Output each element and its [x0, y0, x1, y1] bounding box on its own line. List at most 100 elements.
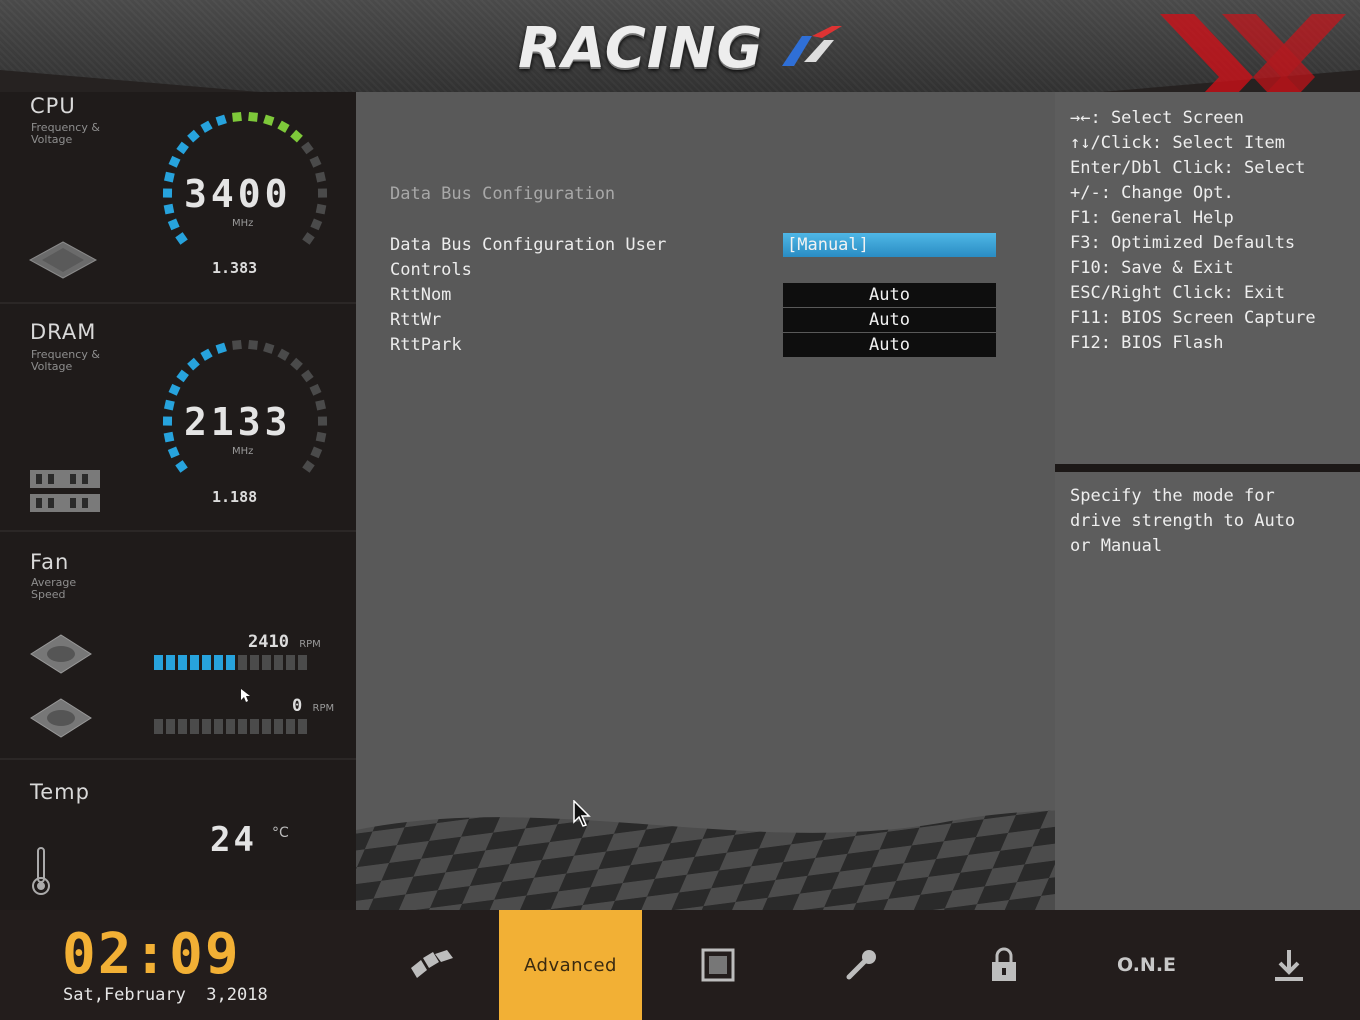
fan-bar-segment [274, 655, 283, 670]
gauge-tick [315, 203, 327, 215]
cpu-frequency-value: 3400 [184, 172, 292, 216]
cpu-title: CPU [30, 94, 76, 118]
gauge-tick [215, 114, 227, 126]
mouse-cursor-icon [573, 800, 591, 827]
gauge-tick [310, 446, 323, 459]
nav-tool[interactable] [646, 910, 789, 1020]
gauge-tick [302, 232, 315, 245]
main-panel [356, 92, 1055, 910]
fan-bar-segment [226, 655, 235, 670]
gauge-tick [175, 232, 188, 245]
help-key-line: ESC/Right Click: Exit [1070, 283, 1285, 303]
gauge-tick [176, 141, 189, 155]
fan2-icon [30, 698, 92, 738]
racing-flag-icon [410, 950, 453, 978]
gauge-tick [187, 357, 200, 371]
fan-bar-segment [202, 655, 211, 670]
help-key-line: Enter/Dbl Click: Select [1070, 158, 1306, 178]
temp-unit: °C [272, 825, 289, 841]
fan-bar-segment [262, 719, 271, 734]
fan-bar-segment [286, 655, 295, 670]
fan-bar-segment [166, 655, 175, 670]
gauge-tick [168, 383, 181, 396]
description-line: Specify the mode for [1070, 486, 1275, 506]
data-bus-config-user-label[interactable]: Data Bus Configuration User [390, 233, 666, 258]
fan1-rpm-unit: RPM [299, 639, 321, 650]
fan-bar-segment [154, 655, 163, 670]
dram-subtitle: Frequency & Voltage [31, 348, 100, 373]
fan-bar-segment [202, 719, 211, 734]
nav-advanced-label: Advanced [524, 954, 617, 976]
gauge-tick [263, 342, 275, 354]
temp-title: Temp [30, 780, 90, 804]
gauge-tick [163, 431, 175, 443]
help-key-line: F3: Optimized Defaults [1070, 233, 1296, 253]
fan-bar-segment [298, 719, 307, 734]
nav-advanced[interactable]: Advanced [499, 910, 642, 1020]
cpu-chip-icon [28, 241, 98, 279]
fan-bar-segment [298, 655, 307, 670]
gauge-tick [163, 203, 175, 215]
rttpark-label[interactable]: RttPark [390, 333, 462, 358]
fan-panel: Fan Average Speed 2410 RPM 0 RPM [0, 532, 356, 760]
fan-bar-segment [154, 719, 163, 734]
dram-voltage-value: 1.188 [212, 488, 258, 506]
fan-bar-segment [250, 655, 259, 670]
data-bus-config-user-select[interactable]: [Manual] [783, 233, 996, 257]
fan-bar-segment [262, 655, 271, 670]
small-cursor-icon [241, 689, 250, 702]
gauge-tick [176, 369, 189, 383]
fan-subtitle: Average Speed [31, 576, 77, 601]
fan-bar-segment [190, 655, 199, 670]
download-arrow-icon [1274, 950, 1303, 981]
description-line: drive strength to Auto [1070, 511, 1296, 531]
fan1-rpm-readout: 2410 RPM [248, 632, 321, 652]
gauge-tick [200, 120, 213, 133]
nav-security[interactable] [932, 910, 1075, 1020]
gauge-tick [167, 218, 180, 231]
gauge-tick [163, 399, 175, 411]
gauge-tick [200, 348, 213, 361]
gauge-tick [315, 171, 327, 183]
temp-value: 24 [210, 820, 257, 860]
fan-bar-segment [274, 719, 283, 734]
cpu-frequency-unit: MHz [232, 218, 254, 229]
nav-one[interactable]: O.N.E [1075, 910, 1218, 1020]
gauge-tick [290, 357, 303, 371]
nav-oc-tweaker[interactable] [360, 910, 503, 1020]
gauge-tick [290, 129, 303, 143]
gauge-tick [168, 155, 181, 168]
nav-hw-monitor[interactable] [789, 910, 932, 1020]
rttnom-label[interactable]: RttNom [390, 283, 451, 308]
rttwr-select[interactable]: Auto [783, 308, 996, 332]
rttpark-select[interactable]: Auto [783, 333, 996, 357]
dram-title: DRAM [30, 320, 97, 344]
dram-frequency-value: 2133 [184, 400, 292, 444]
fan1-speed-bar [154, 655, 307, 670]
gauge-tick [232, 339, 242, 350]
gauge-tick [232, 111, 242, 122]
section-title: Data Bus Configuration [390, 184, 616, 204]
gauge-tick [301, 141, 314, 155]
fan-bar-segment [238, 655, 247, 670]
clock-date: Sat,February 3,2018 [63, 985, 268, 1005]
help-key-line: F11: BIOS Screen Capture [1070, 308, 1316, 328]
nav-exit[interactable] [1217, 910, 1360, 1020]
fan-bar-segment [238, 719, 247, 734]
cpu-subtitle: Frequency & Voltage [31, 121, 100, 146]
fan-bar-segment [286, 719, 295, 734]
thermometer-icon [32, 847, 50, 895]
rttnom-select[interactable]: Auto [783, 283, 996, 307]
rttwr-label[interactable]: RttWr [390, 308, 441, 333]
dram-panel: DRAM Frequency & Voltage 2133 MHz 1.188 [0, 304, 356, 532]
gauge-tick [310, 218, 323, 231]
help-key-line: F10: Save & Exit [1070, 258, 1234, 278]
fan2-rpm-unit: RPM [312, 703, 335, 714]
fan-bar-segment [166, 719, 175, 734]
memory-module-icon [30, 470, 100, 512]
help-key-line: F1: General Help [1070, 208, 1234, 228]
help-key-line: →←: Select Screen [1070, 108, 1244, 128]
gauge-tick [277, 120, 290, 133]
gauge-tick [315, 431, 327, 443]
fan2-rpm-readout: 0 RPM [292, 696, 334, 716]
